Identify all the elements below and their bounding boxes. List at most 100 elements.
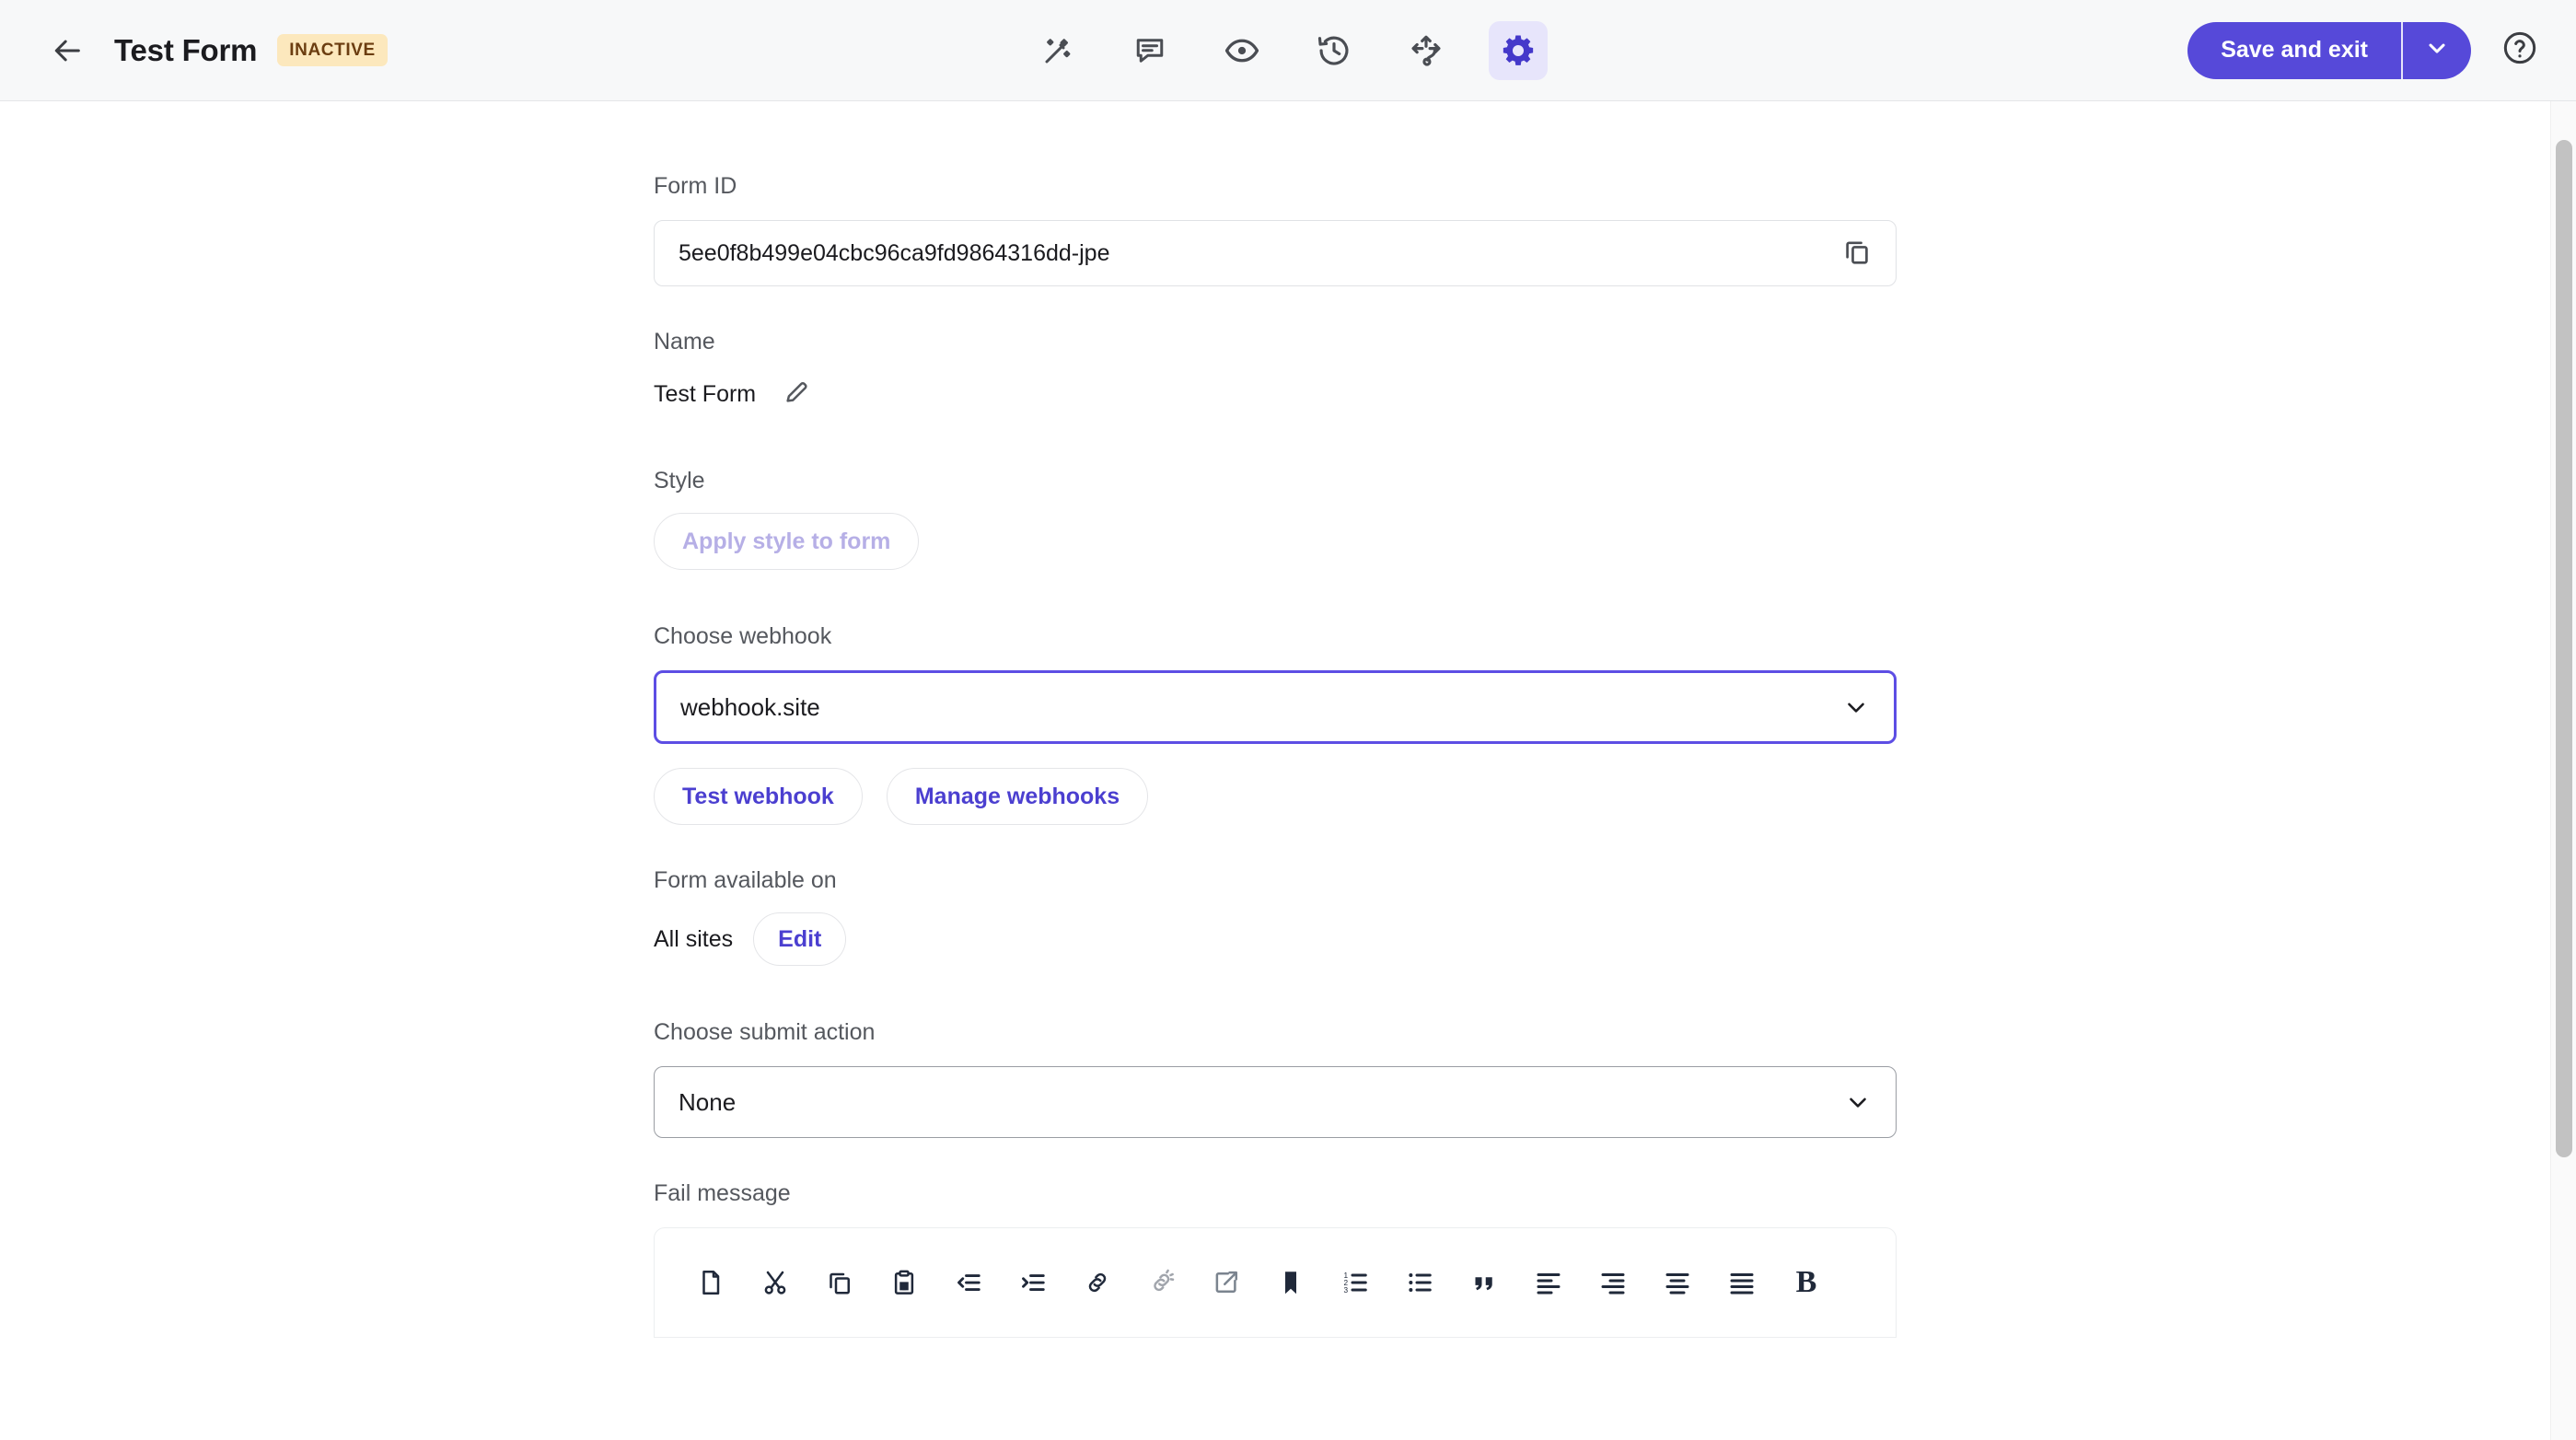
new-document-icon-button[interactable] (679, 1250, 743, 1315)
fail-message-editor-toolbar: T 1 2 3 B (654, 1227, 1897, 1338)
choose-webhook-select[interactable]: webhook.site (654, 670, 1897, 744)
webhook-action-buttons: Test webhook Manage webhooks (654, 768, 1897, 825)
align-center-icon (1664, 1269, 1691, 1296)
gear-icon (1501, 33, 1536, 68)
save-and-exit-button[interactable]: Save and exit (2187, 22, 2401, 79)
pencil-icon (783, 378, 810, 411)
header-right-group: Save and exit (2187, 21, 2543, 79)
comment-icon-button[interactable] (1120, 21, 1179, 80)
align-left-icon-button[interactable] (1516, 1250, 1581, 1315)
cut-scissors-icon (761, 1269, 789, 1296)
outdent-icon-button[interactable] (936, 1250, 1001, 1315)
apply-style-to-form-button[interactable]: Apply style to form (654, 513, 920, 570)
blockquote-icon-button[interactable] (1452, 1250, 1516, 1315)
header-tool-group (1028, 20, 1548, 80)
copy-form-id-button[interactable] (1835, 231, 1879, 275)
back-button[interactable] (42, 25, 94, 76)
external-link-icon-button[interactable] (1194, 1250, 1259, 1315)
app-header: Test Form INACTIVE Save and exit (0, 0, 2576, 101)
copy-icon-button[interactable] (807, 1250, 872, 1315)
save-and-exit-group: Save and exit (2187, 21, 2471, 79)
settings-content-column: Form ID 5ee0f8b499e04cbc96ca9fd9864316dd… (654, 101, 1897, 1338)
unlink-icon (1148, 1269, 1176, 1296)
settings-panel-body: Form ID 5ee0f8b499e04cbc96ca9fd9864316dd… (0, 101, 2576, 1440)
copy-icon (826, 1269, 853, 1296)
choose-submit-action-value: None (679, 1087, 737, 1116)
name-value: Test Form (654, 380, 757, 407)
chevron-down-icon (1842, 693, 1870, 721)
align-left-icon (1535, 1269, 1562, 1296)
routing-icon-button[interactable] (1397, 21, 1456, 80)
vertical-scrollbar-track[interactable] (2550, 101, 2576, 1440)
header-left-group: Test Form INACTIVE (42, 25, 388, 76)
form-id-label: Form ID (654, 173, 737, 199)
unlink-icon-button[interactable] (1130, 1250, 1194, 1315)
anchor-bookmark-icon-button[interactable] (1259, 1250, 1323, 1315)
unordered-list-icon (1406, 1269, 1433, 1296)
magic-wand-icon (1041, 34, 1074, 67)
chevron-down-icon (2424, 35, 2450, 65)
style-label: Style (654, 468, 705, 494)
align-center-icon-button[interactable] (1645, 1250, 1710, 1315)
ordered-list-icon: 1 2 3 (1341, 1269, 1369, 1296)
history-icon-button[interactable] (1305, 21, 1363, 80)
test-webhook-button[interactable]: Test webhook (654, 768, 863, 825)
name-field-group: Name Test Form (654, 329, 1897, 414)
ordered-list-icon-button[interactable]: 1 2 3 (1323, 1250, 1387, 1315)
availability-field-group: Form available on All sites Edit (654, 867, 1897, 966)
form-id-input[interactable]: 5ee0f8b499e04cbc96ca9fd9864316dd-jpe (654, 220, 1897, 286)
status-badge: INACTIVE (277, 34, 388, 66)
choose-submit-action-label: Choose submit action (654, 1019, 876, 1045)
history-icon (1317, 33, 1352, 68)
routing-icon (1409, 33, 1444, 68)
svg-text:3: 3 (1344, 1286, 1349, 1295)
choose-webhook-value: webhook.site (680, 692, 820, 721)
magic-wand-icon-button[interactable] (1028, 21, 1087, 80)
link-icon (1084, 1269, 1111, 1296)
manage-webhooks-button[interactable]: Manage webhooks (886, 768, 1149, 825)
eye-icon-button[interactable] (1213, 21, 1271, 80)
paste-text-icon: T (890, 1269, 918, 1296)
webhook-field-group: Choose webhook webhook.site Test webhook… (654, 623, 1897, 825)
style-field-group: Style Apply style to form (654, 468, 1897, 570)
external-link-icon (1213, 1269, 1240, 1296)
comment-icon (1133, 34, 1166, 67)
gear-icon-button[interactable] (1489, 20, 1548, 80)
edit-name-button[interactable] (776, 374, 817, 414)
form-id-value: 5ee0f8b499e04cbc96ca9fd9864316dd-jpe (679, 239, 1110, 266)
outdent-icon (955, 1269, 982, 1296)
availability-value: All sites (654, 925, 734, 952)
help-button[interactable] (2497, 28, 2543, 74)
vertical-scrollbar-thumb[interactable] (2556, 140, 2572, 1157)
save-options-dropdown-button[interactable] (2403, 22, 2471, 79)
fail-message-label: Fail message (654, 1180, 791, 1206)
align-right-icon-button[interactable] (1581, 1250, 1645, 1315)
blockquote-icon (1470, 1269, 1498, 1296)
unordered-list-icon-button[interactable] (1387, 1250, 1452, 1315)
availability-value-row: All sites Edit (654, 912, 1897, 966)
choose-webhook-label: Choose webhook (654, 623, 832, 649)
choose-submit-action-select[interactable]: None (654, 1066, 1897, 1138)
bold-icon-button[interactable]: B (1774, 1250, 1839, 1315)
save-button-divider (2401, 21, 2403, 79)
cut-scissors-icon-button[interactable] (743, 1250, 807, 1315)
edit-availability-button[interactable]: Edit (753, 912, 847, 966)
link-icon-button[interactable] (1065, 1250, 1130, 1315)
justify-icon-button[interactable] (1710, 1250, 1774, 1315)
submit-action-field-group: Choose submit action None (654, 1019, 1897, 1138)
paste-text-icon-button[interactable]: T (872, 1250, 936, 1315)
page-title: Test Form (114, 32, 258, 67)
indent-icon-button[interactable] (1001, 1250, 1065, 1315)
svg-text:T: T (901, 1283, 907, 1291)
copy-icon (1842, 237, 1872, 271)
form-id-field-group: Form ID 5ee0f8b499e04cbc96ca9fd9864316dd… (654, 173, 1897, 286)
fail-message-field-group: Fail message T 1 2 3 B (654, 1180, 1897, 1338)
name-label: Name (654, 329, 715, 354)
bold-icon: B (1795, 1265, 1817, 1299)
